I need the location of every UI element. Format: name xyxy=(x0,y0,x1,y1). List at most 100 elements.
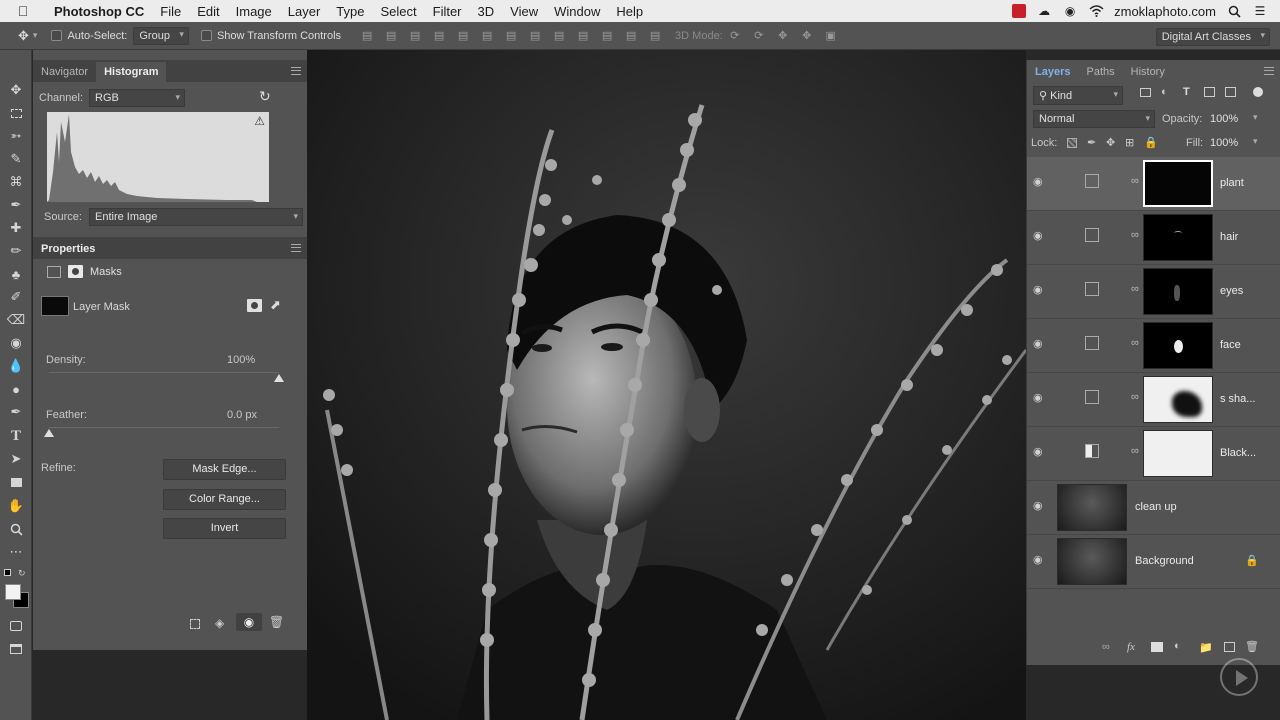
feather-slider-track[interactable] xyxy=(49,427,279,428)
swap-colors-icon[interactable]: ↻ xyxy=(18,568,26,579)
refresh-icon[interactable]: ↻ xyxy=(259,88,271,105)
align-left-icon[interactable]: ▤ xyxy=(432,30,446,42)
layer-name[interactable]: Black... xyxy=(1220,447,1256,459)
paint-bucket-tool-icon[interactable]: ◉ xyxy=(6,333,26,353)
layer-mask-thumbnail[interactable] xyxy=(1143,376,1213,423)
visibility-eye-icon[interactable]: ◉ xyxy=(1033,447,1047,458)
layer-row-background[interactable]: ◉ Background 🔒 xyxy=(1027,535,1280,589)
layer-style-fx-icon[interactable]: fx xyxy=(1127,641,1135,653)
visibility-eye-icon[interactable]: ◉ xyxy=(1033,555,1047,566)
density-slider-track[interactable] xyxy=(49,372,279,373)
fill-dropdown-icon[interactable]: ▾ xyxy=(1253,136,1258,147)
tab-layers[interactable]: Layers xyxy=(1027,62,1079,82)
mask-mode-icon[interactable] xyxy=(68,265,83,278)
load-selection-icon[interactable] xyxy=(190,619,200,629)
visibility-eye-icon[interactable]: ◉ xyxy=(1033,339,1047,350)
auto-select-target-dropdown[interactable]: Group xyxy=(133,26,189,45)
notification-center-icon[interactable]: ☰ xyxy=(1252,4,1268,18)
menu-help[interactable]: Help xyxy=(608,4,651,19)
layer-mask-thumbnail[interactable] xyxy=(1143,430,1213,477)
menu-edit[interactable]: Edit xyxy=(189,4,227,19)
layer-name[interactable]: hair xyxy=(1220,231,1238,243)
3d-orbit-icon[interactable]: ⟳ xyxy=(728,30,742,42)
menu-view[interactable]: View xyxy=(502,4,546,19)
3d-pan-icon[interactable]: ✥ xyxy=(776,30,790,42)
filter-adjustment-icon[interactable]: ◐ xyxy=(1161,86,1168,98)
3d-scale-icon[interactable]: ▣ xyxy=(824,30,838,42)
source-dropdown[interactable]: Entire Image xyxy=(89,208,303,226)
layer-mask-thumbnail[interactable] xyxy=(1143,268,1213,315)
path-selection-tool-icon[interactable]: ➤ xyxy=(6,449,26,469)
layer-thumbnail[interactable] xyxy=(1057,538,1127,585)
blend-mode-dropdown[interactable]: Normal xyxy=(1033,110,1155,128)
tool-preset-dropdown-icon[interactable]: ▾ xyxy=(33,30,38,41)
layer-name[interactable]: plant xyxy=(1220,177,1244,189)
layer-row-plant[interactable]: ◉ ∞ plant xyxy=(1027,157,1280,211)
menu-layer[interactable]: Layer xyxy=(280,4,329,19)
fill-value[interactable]: 100% xyxy=(1210,137,1238,149)
auto-select-checkbox[interactable] xyxy=(51,30,63,41)
healing-brush-tool-icon[interactable]: ✚ xyxy=(6,218,26,238)
distribute-top-icon[interactable]: ▤ xyxy=(504,30,518,42)
layer-row-clean-up[interactable]: ◉ clean up xyxy=(1027,481,1280,535)
new-adjustment-icon[interactable]: ◐ xyxy=(1174,640,1181,652)
invert-button[interactable]: Invert xyxy=(163,518,286,539)
quick-selection-tool-icon[interactable]: ✎ xyxy=(6,149,26,169)
opacity-value[interactable]: 100% xyxy=(1210,113,1238,125)
mask-link-icon[interactable]: ∞ xyxy=(1131,283,1139,295)
menu-filter[interactable]: Filter xyxy=(425,4,470,19)
filter-toggle-icon[interactable] xyxy=(1253,87,1263,97)
align-bottom-icon[interactable]: ▤ xyxy=(408,30,422,42)
align-right-icon[interactable]: ▤ xyxy=(480,30,494,42)
eyedropper-tool-icon[interactable]: ✒ xyxy=(6,195,26,215)
type-tool-icon[interactable]: T xyxy=(6,426,26,446)
visibility-eye-icon[interactable]: ◉ xyxy=(1033,177,1047,188)
layer-thumbnail[interactable] xyxy=(1057,484,1127,531)
default-colors-icon[interactable] xyxy=(4,569,11,576)
quick-mask-icon[interactable] xyxy=(6,616,26,636)
apple-icon[interactable]:  xyxy=(0,3,46,19)
menu-image[interactable]: Image xyxy=(228,4,280,19)
pen-tool-icon[interactable]: ✒ xyxy=(6,402,26,422)
delete-mask-icon[interactable]: 🗑 xyxy=(269,615,284,629)
link-layers-icon[interactable]: ∞ xyxy=(1102,641,1110,653)
distribute-vcenter-icon[interactable]: ▤ xyxy=(528,30,542,42)
lock-artboard-icon[interactable]: ⊞ xyxy=(1125,136,1134,149)
move-tool-icon[interactable]: ✥ xyxy=(6,80,26,100)
layer-name[interactable]: eyes xyxy=(1220,285,1243,297)
layer-name[interactable]: s sha... xyxy=(1220,393,1255,405)
align-top-icon[interactable]: ▤ xyxy=(360,30,374,42)
delete-layer-icon[interactable]: 🗑 xyxy=(1245,640,1259,653)
creative-cloud-icon[interactable]: ◉ xyxy=(1062,4,1078,18)
layer-locked-icon[interactable]: 🔒 xyxy=(1245,554,1259,567)
tab-histogram[interactable]: Histogram xyxy=(96,62,167,82)
3d-slide-icon[interactable]: ✥ xyxy=(800,30,814,42)
more-tools-icon[interactable]: ⋯ xyxy=(6,542,26,562)
rectangle-tool-icon[interactable] xyxy=(6,472,26,492)
filter-kind-dropdown[interactable]: ⚲ Kind xyxy=(1033,86,1123,105)
visibility-eye-icon[interactable]: ◉ xyxy=(1033,285,1047,296)
align-vcenter-icon[interactable]: ▤ xyxy=(384,30,398,42)
layer-row-hair[interactable]: ◉ ∞ hair xyxy=(1027,211,1280,265)
density-value[interactable]: 100% xyxy=(227,354,255,366)
lock-image-icon[interactable]: ✒ xyxy=(1087,136,1096,149)
feather-slider-thumb[interactable] xyxy=(44,429,54,437)
menu-select[interactable]: Select xyxy=(372,4,424,19)
clone-stamp-tool-icon[interactable]: ♣ xyxy=(6,264,26,284)
tab-navigator[interactable]: Navigator xyxy=(33,62,96,82)
lock-position-icon[interactable]: ✥ xyxy=(1106,136,1115,149)
layers-menu-icon[interactable] xyxy=(1264,67,1274,75)
new-layer-icon[interactable] xyxy=(1224,642,1235,652)
layer-name[interactable]: face xyxy=(1220,339,1241,351)
eraser-tool-icon[interactable]: ⌫ xyxy=(6,310,26,330)
mask-link-icon[interactable]: ∞ xyxy=(1131,229,1139,241)
wifi-icon[interactable] xyxy=(1088,4,1104,18)
select-pixel-mask-icon[interactable] xyxy=(247,299,262,312)
properties-menu-icon[interactable] xyxy=(291,244,301,252)
distribute-hcenter-icon[interactable]: ▤ xyxy=(600,30,614,42)
warning-icon[interactable]: ⚠ xyxy=(254,114,265,128)
lock-all-icon[interactable]: 🔒 xyxy=(1144,136,1158,149)
marquee-tool-icon[interactable] xyxy=(6,103,26,123)
layer-name[interactable]: clean up xyxy=(1135,501,1177,513)
app-menu[interactable]: Photoshop CC xyxy=(46,4,152,19)
